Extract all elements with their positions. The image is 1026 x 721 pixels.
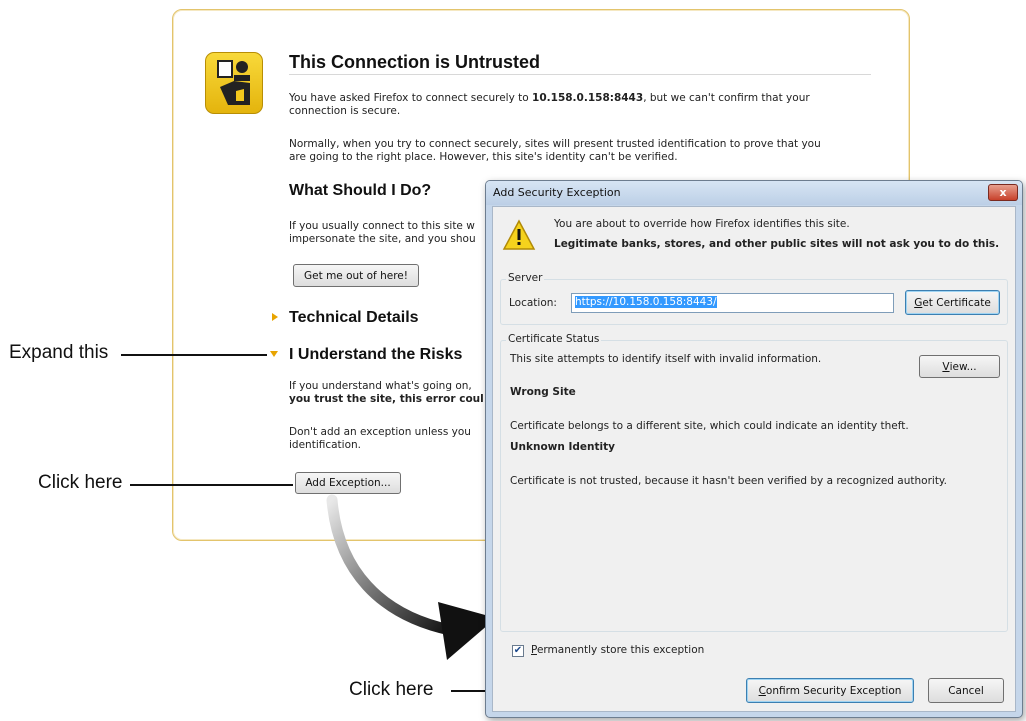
certificate-status-label: Certificate Status	[506, 333, 602, 345]
close-icon: x	[999, 186, 1007, 199]
get-certificate-label: et Certificate	[922, 296, 991, 309]
location-value: https://10.158.0.158:8443/	[575, 296, 717, 308]
permanently-store-text: ermanently store this exception	[536, 644, 705, 656]
confirm-label: onfirm Security Exception	[765, 684, 902, 697]
location-input[interactable]: https://10.158.0.158:8443/	[571, 293, 894, 313]
warning-line-1: You are about to override how Firefox id…	[554, 218, 850, 230]
location-label: Location:	[509, 297, 557, 309]
get-certificate-accesskey: G	[914, 296, 923, 309]
unknown-identity-text: Certificate is not trusted, because it h…	[510, 475, 947, 487]
view-accesskey: V	[942, 360, 950, 373]
certificate-status-text: This site attempts to identify itself wi…	[510, 353, 822, 365]
unknown-identity-heading: Unknown Identity	[510, 441, 616, 453]
dialog-title: Add Security Exception	[493, 186, 621, 199]
get-certificate-button[interactable]: Get Certificate	[905, 290, 1000, 315]
warning-icon	[502, 219, 536, 250]
confirm-accesskey: C	[758, 684, 766, 697]
cancel-button[interactable]: Cancel	[928, 678, 1004, 703]
wrong-site-text: Certificate belongs to a different site,…	[510, 420, 909, 432]
server-group-label: Server	[506, 272, 545, 284]
permanently-store-label[interactable]: Permanently store this exception	[531, 644, 704, 657]
warning-line-2: Legitimate banks, stores, and other publ…	[554, 238, 1000, 250]
view-button[interactable]: View...	[919, 355, 1000, 378]
close-button[interactable]: x	[988, 184, 1018, 201]
confirm-security-exception-button[interactable]: Confirm Security Exception	[746, 678, 914, 703]
wrong-site-heading: Wrong Site	[510, 386, 576, 398]
permanently-store-checkbox[interactable]: ✔	[512, 645, 524, 657]
view-label: iew...	[949, 360, 977, 373]
